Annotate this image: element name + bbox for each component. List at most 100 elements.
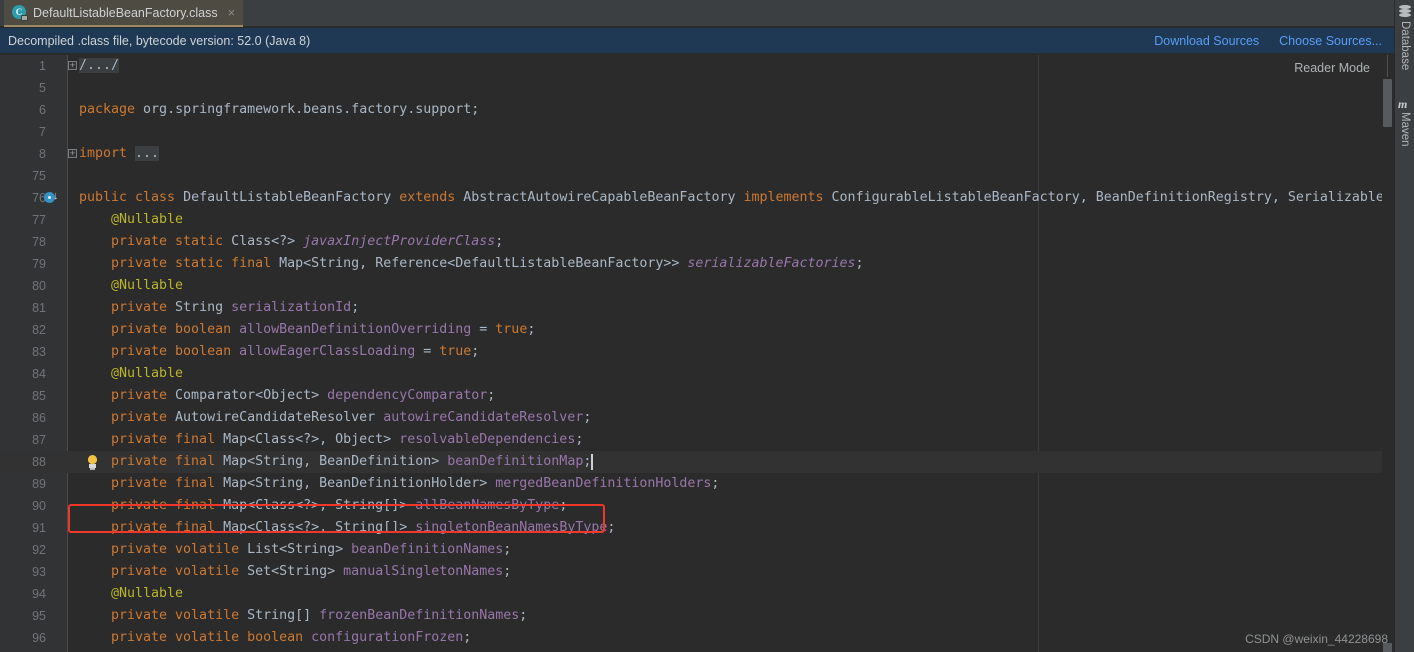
code-token: private static: [111, 234, 232, 249]
code-token: org.springframework.beans.factory.suppor…: [143, 102, 480, 117]
code-token: Class<?>: [231, 234, 304, 249]
code-line[interactable]: 5: [0, 77, 1394, 99]
line-number: 90: [32, 499, 46, 513]
code-token: private volatile: [111, 542, 248, 557]
code-line[interactable]: 76 ↓ public class DefaultListableBeanFacto…: [0, 187, 1394, 209]
implemented-methods-icon[interactable]: ↓: [44, 191, 59, 204]
tool-window-database-label: Database: [1399, 21, 1411, 71]
code-line[interactable]: 95 private volatile String[] frozenBeanDe…: [0, 605, 1394, 627]
code-line[interactable]: 85 private Comparator<Object> dependencyC…: [0, 385, 1394, 407]
code-token: private final: [111, 432, 224, 447]
code-line[interactable]: 81 private String serializationId;: [0, 297, 1394, 319]
code-line[interactable]: 77 @Nullable: [0, 209, 1394, 231]
code-text: private final Map<String, BeanDefinition…: [111, 451, 591, 473]
code-token: ;: [583, 410, 592, 425]
code-line[interactable]: 87 private final Map<Class<?>, Object> re…: [0, 429, 1394, 451]
code-line[interactable]: 89 private final Map<String, BeanDefiniti…: [0, 473, 1394, 495]
scrollbar-track-mark: [1387, 55, 1388, 77]
code-line[interactable]: 92 private volatile List<String> beanDefi…: [0, 539, 1394, 561]
code-line[interactable]: 7: [0, 121, 1394, 143]
code-line[interactable]: 79 private static final Map<String, Refer…: [0, 253, 1394, 275]
line-number: 92: [32, 543, 46, 557]
editor-tab-defaultlistablebeanfactory[interactable]: C DefaultListableBeanFactory.class ×: [4, 0, 244, 27]
code-line[interactable]: 75: [0, 165, 1394, 187]
code-token: private final: [111, 498, 224, 513]
tool-window-maven[interactable]: m Maven: [1395, 95, 1414, 147]
decompiled-class-icon: C: [12, 5, 28, 21]
lock-icon: [21, 15, 28, 21]
code-line[interactable]: 1 +/.../: [0, 55, 1394, 77]
code-text: private volatile String[] frozenBeanDefi…: [111, 605, 527, 627]
code-token: private volatile: [111, 564, 248, 579]
choose-sources-link[interactable]: Choose Sources...: [1279, 34, 1382, 48]
code-token: private final: [111, 454, 224, 469]
code-text: private static Class<?> javaxInjectProvi…: [111, 231, 503, 253]
code-token: @Nullable: [111, 366, 184, 381]
code-line[interactable]: 86 private AutowireCandidateResolver auto…: [0, 407, 1394, 429]
code-text: @Nullable: [111, 209, 183, 231]
ide-window: C DefaultListableBeanFactory.class × Dec…: [0, 0, 1414, 652]
code-token: private static final: [111, 256, 280, 271]
code-token: String: [175, 300, 232, 315]
code-token: resolvableDependencies: [399, 432, 576, 447]
code-text: @Nullable: [111, 275, 183, 297]
code-token: implements: [743, 190, 832, 205]
tool-window-database[interactable]: Database: [1395, 4, 1414, 70]
database-icon: [1398, 4, 1412, 18]
code-token: ;: [463, 630, 472, 645]
code-line[interactable]: 8 + import ...: [0, 143, 1394, 165]
code-token: ;: [503, 542, 512, 557]
code-text: private Comparator<Object> dependencyCom…: [111, 385, 495, 407]
editor-vertical-scrollbar[interactable]: [1382, 55, 1394, 652]
code-token: allowEagerClassLoading: [239, 344, 416, 359]
scrollbar-thumb[interactable]: [1383, 79, 1392, 127]
code-token: public class: [79, 190, 184, 205]
code-token: Map<Class<?>, String[]>: [223, 498, 416, 513]
fold-toggle-icon[interactable]: +: [68, 61, 77, 70]
code-line[interactable]: 82 private boolean allowBeanDefinitionOve…: [0, 319, 1394, 341]
line-number: 82: [32, 323, 46, 337]
line-number: 89: [32, 477, 46, 491]
code-editor[interactable]: 1 +/.../5 6 package org.springframework.bea…: [0, 55, 1394, 652]
code-token: private volatile: [111, 608, 248, 623]
code-text: private boolean allowBeanDefinitionOverr…: [111, 319, 535, 341]
line-number: 7: [39, 125, 46, 139]
code-token: Map<String, Reference<DefaultListableBea…: [279, 256, 688, 271]
code-token: ;: [503, 564, 512, 579]
code-line[interactable]: 90 private final Map<Class<?>, String[]> …: [0, 495, 1394, 517]
code-text: private static final Map<String, Referen…: [111, 253, 864, 275]
code-line[interactable]: 94 @Nullable: [0, 583, 1394, 605]
code-token: ...: [135, 146, 160, 161]
code-token: ;: [351, 300, 360, 315]
code-token: true: [495, 322, 528, 337]
code-token: private final: [111, 476, 224, 491]
code-token: Comparator<Object>: [175, 388, 328, 403]
code-line[interactable]: 6 package org.springframework.beans.facto…: [0, 99, 1394, 121]
code-text: @Nullable: [111, 583, 183, 605]
code-token: String[]: [247, 608, 320, 623]
code-token: ;: [471, 344, 480, 359]
code-token: private: [111, 388, 176, 403]
code-line[interactable]: 93 private volatile Set<String> manualSin…: [0, 561, 1394, 583]
code-text: public class DefaultListableBeanFactory …: [79, 187, 1394, 209]
code-line[interactable]: 83 private boolean allowEagerClassLoading…: [0, 341, 1394, 363]
code-line[interactable]: 88 private final Map<String, BeanDefiniti…: [0, 451, 1394, 473]
code-token: ;: [607, 520, 616, 535]
line-number: 88: [32, 455, 46, 469]
code-text: private String serializationId;: [111, 297, 359, 319]
lightbulb-icon[interactable]: [86, 455, 99, 470]
code-line[interactable]: 78 private static Class<?> javaxInjectPro…: [0, 231, 1394, 253]
code-line[interactable]: 84 @Nullable: [0, 363, 1394, 385]
code-text: private final Map<Class<?>, Object> reso…: [111, 429, 583, 451]
code-token: singletonBeanNamesByType: [415, 520, 608, 535]
code-token: ;: [559, 498, 568, 513]
code-line[interactable]: 80 @Nullable: [0, 275, 1394, 297]
code-text: package org.springframework.beans.factor…: [79, 99, 479, 121]
fold-toggle-icon[interactable]: +: [68, 149, 77, 158]
download-sources-link[interactable]: Download Sources: [1154, 34, 1259, 48]
close-icon[interactable]: ×: [228, 6, 236, 19]
code-line[interactable]: 96 private volatile boolean configuration…: [0, 627, 1394, 649]
code-line[interactable]: 91 private final Map<Class<?>, String[]> …: [0, 517, 1394, 539]
reader-mode-label[interactable]: Reader Mode: [1294, 61, 1370, 75]
code-lines-container[interactable]: 1 +/.../5 6 package org.springframework.bea…: [0, 55, 1394, 652]
